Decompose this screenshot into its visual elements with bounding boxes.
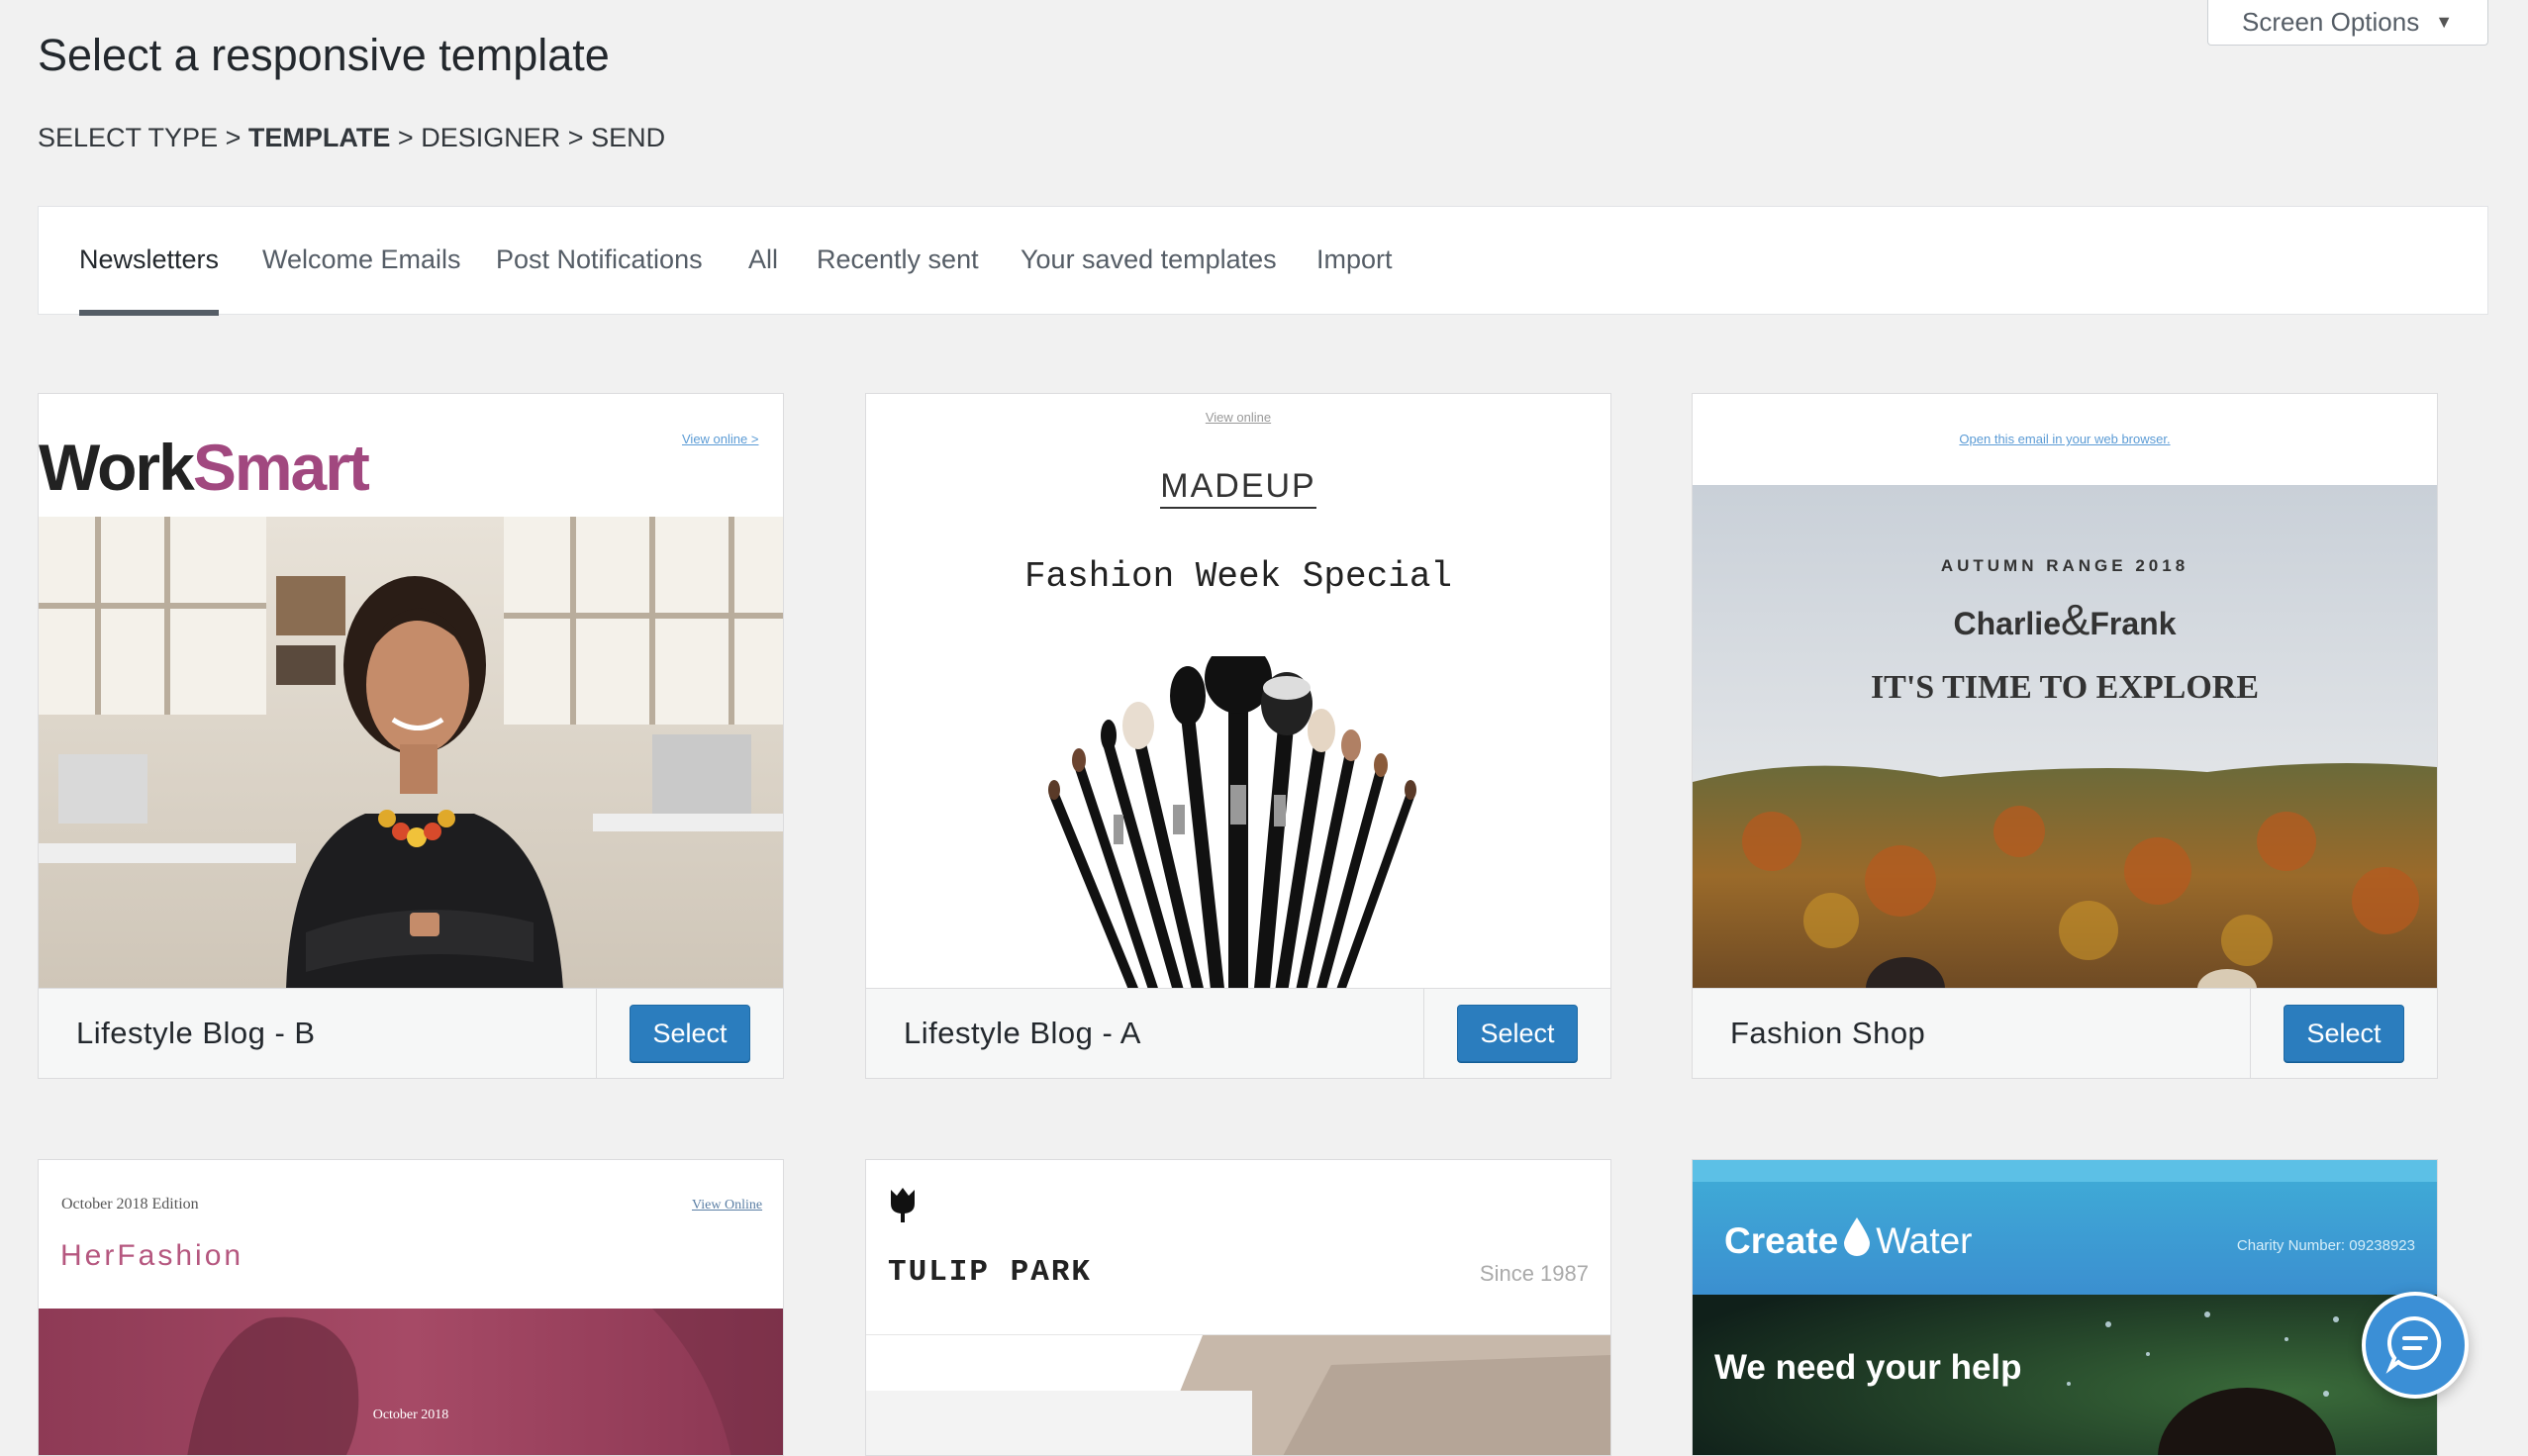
preview-headline: Fashion Week Special — [1023, 556, 1453, 597]
card-footer: Fashion Shop Select — [1693, 988, 2437, 1078]
preview-photo-makeup-brushes — [1015, 642, 1460, 999]
template-card-fashion-shop[interactable]: Open this email in your web browser. AUT… — [1692, 393, 2438, 1079]
template-card-create-water[interactable]: Create Water Charity Number: 09238923 We… — [1692, 1159, 2438, 1456]
worksmart-logo: WorkSmart — [39, 431, 370, 504]
select-button-wrap: Select — [596, 989, 783, 1078]
preview-charity-number: Charity Number: 09238923 — [2236, 1237, 2415, 1254]
template-type-tabs: Newsletters Welcome Emails Post Notifica… — [38, 206, 2488, 316]
herfashion-logo: HerFashion — [60, 1239, 244, 1272]
select-button[interactable]: Select — [630, 1005, 750, 1062]
card-footer: Lifestyle Blog - B Select — [39, 988, 783, 1078]
view-online-link: View online — [1205, 410, 1272, 425]
view-online-link: View online > — [682, 432, 759, 446]
screen-options-button[interactable]: Screen Options ▼ — [2207, 0, 2488, 46]
tab-welcome-emails[interactable]: Welcome Emails — [262, 207, 461, 316]
template-card-herfashion[interactable]: October 2018 Edition View Online HerFash… — [38, 1159, 784, 1456]
breadcrumb-separator: > — [225, 123, 242, 152]
tulip-icon — [888, 1186, 918, 1228]
page-title: Select a responsive template — [38, 30, 610, 80]
preview-kicker: AUTUMN RANGE 2018 — [1940, 556, 2189, 575]
breadcrumb-step-designer: DESIGNER — [421, 123, 561, 152]
chat-button[interactable] — [2362, 1292, 2469, 1399]
preview-headline: IT'S TIME TO EXPLORE — [1870, 669, 2260, 706]
madeup-logo: MADEUP — [866, 467, 1610, 509]
screen-options-label: Screen Options — [2242, 7, 2420, 37]
caret-down-icon: ▼ — [2435, 12, 2454, 32]
tab-post-notifications[interactable]: Post Notifications — [496, 207, 703, 316]
tab-import[interactable]: Import — [1316, 207, 1393, 316]
charlie-frank-logo: Charlie&Frank — [1953, 596, 2177, 644]
breadcrumb-separator: > — [567, 123, 584, 152]
create-water-logo: Create Water — [1724, 1215, 1973, 1266]
preview-edition: October 2018 Edition — [61, 1196, 199, 1213]
tab-recently-sent[interactable]: Recently sent — [817, 207, 979, 316]
view-in-browser-link: Open this email in your web browser. — [1959, 432, 2171, 446]
select-button[interactable]: Select — [1457, 1005, 1578, 1062]
template-name: Fashion Shop — [1730, 1016, 1926, 1050]
select-button-wrap: Select — [1423, 989, 1610, 1078]
template-name: Lifestyle Blog - B — [76, 1016, 316, 1050]
breadcrumb-step-template: TEMPLATE — [247, 123, 391, 152]
preview-photo-autumn-valley: AUTUMN RANGE 2018 Charlie&Frank IT'S TIM… — [1693, 485, 2437, 989]
view-online-link: View Online — [692, 1198, 763, 1213]
card-footer: Lifestyle Blog - A Select — [866, 988, 1610, 1078]
water-drop-icon — [1842, 1215, 1872, 1266]
breadcrumb: SELECT TYPE > TEMPLATE > DESIGNER > SEND — [38, 123, 665, 153]
preview-photo-child-water: We need your help — [1693, 1295, 2437, 1455]
breadcrumb-step-send: SEND — [591, 123, 666, 152]
chat-bubble-icon — [2384, 1312, 2446, 1379]
select-button[interactable]: Select — [2284, 1005, 2404, 1062]
template-name: Lifestyle Blog - A — [904, 1016, 1141, 1050]
template-card-lifestyle-blog-a[interactable]: View online MADEUP Fashion Week Special — [865, 393, 1611, 1079]
breadcrumb-step-select-type: SELECT TYPE — [38, 123, 219, 152]
select-button-wrap: Select — [2250, 989, 2437, 1078]
tab-newsletters[interactable]: Newsletters — [79, 207, 220, 316]
preview-headline: We need your help — [1714, 1348, 2022, 1387]
template-card-lifestyle-blog-b[interactable]: WorkSmart View online > Lifestyle Blog -… — [38, 393, 784, 1079]
preview-photo-model: October 2018 — [39, 1309, 783, 1455]
tulip-park-logo: TULIP PARK — [888, 1255, 1093, 1290]
tab-saved-templates[interactable]: Your saved templates — [1021, 207, 1277, 316]
template-card-tulip-park[interactable]: TULIP PARK Since 1987 — [865, 1159, 1611, 1456]
breadcrumb-separator: > — [397, 123, 414, 152]
preview-since: Since 1987 — [1479, 1261, 1589, 1286]
preview-photo-office-woman — [39, 517, 783, 989]
preview-footer-text: October 2018 — [372, 1407, 449, 1422]
preview-photo-tulips — [866, 1334, 1610, 1455]
tab-all[interactable]: All — [748, 207, 778, 316]
